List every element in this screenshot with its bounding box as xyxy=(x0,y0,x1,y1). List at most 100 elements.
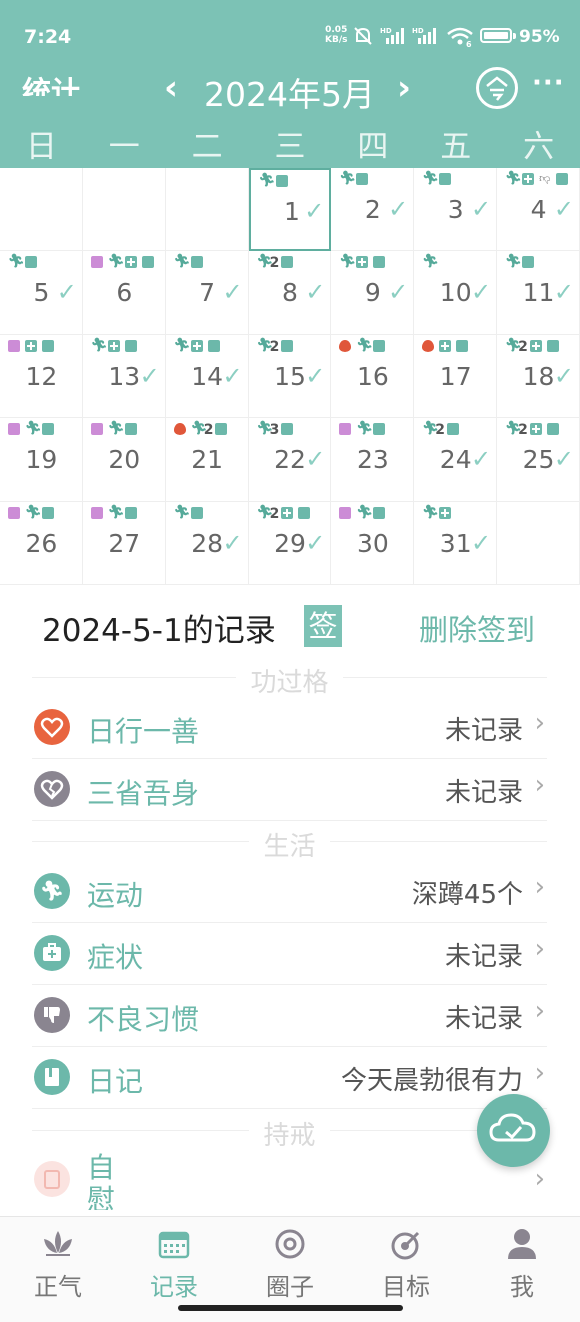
checkmark-icon: ✓ xyxy=(553,361,574,390)
row-bad-habit[interactable]: 不良习惯 未记录 › xyxy=(32,984,547,1047)
calendar-day-19[interactable]: 🏃︎ 19 xyxy=(0,418,83,502)
row-reflect[interactable]: 三省吾身 未记录 › xyxy=(32,758,547,821)
diary-icon xyxy=(373,506,386,519)
calendar-day-27[interactable]: 🏃︎ 27 xyxy=(82,501,166,585)
diary-icon xyxy=(124,339,137,352)
circle-icon xyxy=(232,1225,348,1263)
diary-icon xyxy=(373,423,386,436)
running-icon: 🏃︎ xyxy=(356,504,373,520)
tab-record[interactable]: 记录 xyxy=(116,1225,232,1302)
mascot-icon[interactable] xyxy=(476,67,518,109)
day-activity-icons: 🏃︎ xyxy=(8,506,80,521)
calendar-day-26[interactable]: 🏃︎ 26 xyxy=(0,501,83,585)
calendar-day-16[interactable]: 🏃︎ 16 xyxy=(331,334,415,419)
header-bar: 7:24 0.05 KB/s HD HD 6 95% 统计 ‹ 2024年5月 … xyxy=(0,0,580,168)
calendar-day-28[interactable]: 🏃︎ 28 ✓ xyxy=(165,501,249,585)
status-time: 7:24 xyxy=(24,26,72,48)
calendar-day-9[interactable]: 🏃︎ 9 ✓ xyxy=(331,251,415,335)
calendar-day-8[interactable]: 🏃︎2 8 ✓ xyxy=(248,251,332,335)
calendar-day-29[interactable]: 🏃︎2 29 ✓ xyxy=(248,501,332,585)
battery-percent: 95% xyxy=(519,27,560,47)
calendar-day-17[interactable]: 17 xyxy=(414,334,498,419)
row-reflect-value: 未记录 xyxy=(444,778,523,808)
diary-icon xyxy=(546,339,559,352)
tab-circle[interactable]: 圈子 xyxy=(232,1225,348,1302)
heart-icon xyxy=(34,709,70,745)
diary-icon xyxy=(190,506,203,519)
battery-icon xyxy=(480,28,512,43)
calendar-day-4[interactable]: 🏃︎ 👎︎ 4 ✓ xyxy=(497,168,580,252)
day-activity-icons: 🏃︎ xyxy=(90,422,163,437)
calendar-day-14[interactable]: 🏃︎ 14 ✓ xyxy=(165,334,249,419)
row-self[interactable]: 自慰 › xyxy=(32,1148,547,1210)
row-symptom-label: 症状 xyxy=(87,941,144,974)
calendar-day-12[interactable]: 12 xyxy=(0,334,83,419)
calendar-day-13[interactable]: 🏃︎ 13 ✓ xyxy=(82,334,166,419)
row-diary-label: 日记 xyxy=(87,1065,144,1098)
cloud-sync-button[interactable] xyxy=(477,1094,550,1167)
bed-icon xyxy=(90,506,103,519)
checkmark-icon: ✓ xyxy=(471,195,492,223)
calendar-day-15[interactable]: 🏃︎2 15 ✓ xyxy=(248,334,332,419)
calendar-day-25[interactable]: 🏃︎2 25 ✓ xyxy=(497,418,580,502)
tab-goal[interactable]: 目标 xyxy=(348,1225,464,1302)
calendar-day-21[interactable]: 🏃︎2 21 xyxy=(165,418,249,502)
lotus-icon xyxy=(0,1225,116,1263)
row-symptom[interactable]: 症状 未记录 › xyxy=(32,922,547,985)
row-exercise[interactable]: 🏃︎ 运动 深蹲45个 › xyxy=(32,860,547,923)
row-exercise-label: 运动 xyxy=(87,879,144,912)
stats-button[interactable]: 统计 xyxy=(22,74,90,96)
calendar-day-1[interactable]: 🏃︎ 1 ✓ xyxy=(248,168,332,252)
running-icon: 🏃︎ xyxy=(25,421,42,437)
calendar-day-2[interactable]: 🏃︎ 2 ✓ xyxy=(331,168,415,252)
calendar-day-30[interactable]: 🏃︎ 30 xyxy=(331,501,415,585)
tab-circle-label: 圈子 xyxy=(266,1273,314,1301)
day-activity-icons: 🏃︎ xyxy=(8,421,80,437)
row-bad-habit-label: 不良习惯 xyxy=(87,1003,200,1036)
bed-icon xyxy=(8,506,20,519)
calendar-day-7[interactable]: 🏃︎ 7 ✓ xyxy=(165,251,249,335)
running-icon: 🏃︎ xyxy=(422,171,439,186)
row-reflect-label: 三省吾身 xyxy=(87,777,200,810)
calendar-day-11[interactable]: 🏃︎ 11 ✓ xyxy=(497,251,580,335)
day-number: 17 xyxy=(439,361,472,391)
wifi-icon: 6 xyxy=(447,27,473,48)
row-good-deed[interactable]: 日行一善 未记录 › xyxy=(32,696,547,759)
day-activity-icons xyxy=(8,339,80,354)
calendar-day-24[interactable]: 🏃︎2 24 ✓ xyxy=(414,418,498,502)
stats-label: 统计 xyxy=(22,75,81,96)
tab-zhengqi-label: 正气 xyxy=(34,1273,82,1301)
month-title[interactable]: 2024年5月 xyxy=(204,68,375,116)
calendar-day-23[interactable]: 🏃︎ 23 xyxy=(331,418,415,502)
row-diary-value: 今天晨勃很有力 xyxy=(340,1066,523,1096)
day-activity-icons: 🏃︎ xyxy=(8,255,80,270)
delete-checkin-button[interactable]: 删除签到 xyxy=(419,607,535,649)
weekday-sat: 六 xyxy=(523,129,555,165)
more-menu-button[interactable]: ··· xyxy=(532,68,565,98)
calendar-day-20[interactable]: 🏃︎ 20 xyxy=(82,418,166,502)
tab-zhengqi[interactable]: 正气 xyxy=(0,1225,116,1302)
calendar-day-18[interactable]: 🏃︎2 18 ✓ xyxy=(497,334,580,419)
next-month-button[interactable]: › xyxy=(397,68,411,108)
running-icon: 🏃︎ xyxy=(256,254,274,270)
medkit-icon xyxy=(356,256,369,269)
row-diary[interactable]: 日记 今天晨勃很有力 › xyxy=(32,1046,547,1109)
diary-icon xyxy=(281,256,294,269)
checkmark-icon: ✓ xyxy=(304,197,325,225)
calendar-day-6[interactable]: 🏃︎ 6 xyxy=(82,251,166,335)
chevron-right-icon: › xyxy=(534,872,545,902)
calendar-day-31[interactable]: 🏃︎ 31 ✓ xyxy=(414,501,498,585)
bed-icon xyxy=(339,423,352,436)
calendar-day-22[interactable]: 🏃︎3 22 ✓ xyxy=(248,418,332,502)
tab-me[interactable]: 我 xyxy=(464,1225,580,1302)
calendar-day-5[interactable]: 🏃︎ 5 ✓ xyxy=(0,251,83,335)
net-speed-value: 0.05 xyxy=(325,25,348,35)
calendar-day-10[interactable]: 🏃︎ 10 ✓ xyxy=(414,251,498,335)
day-activity-icons: 🏃︎ xyxy=(174,339,246,354)
calendar-day-3[interactable]: 🏃︎ 3 ✓ xyxy=(414,168,498,252)
diary-icon xyxy=(522,256,535,269)
running-icon: 🏃︎ xyxy=(356,337,373,353)
running-icon: 🏃︎ xyxy=(422,504,439,520)
prev-month-button[interactable]: ‹ xyxy=(164,68,178,108)
running-icon: 🏃︎ xyxy=(422,421,439,437)
